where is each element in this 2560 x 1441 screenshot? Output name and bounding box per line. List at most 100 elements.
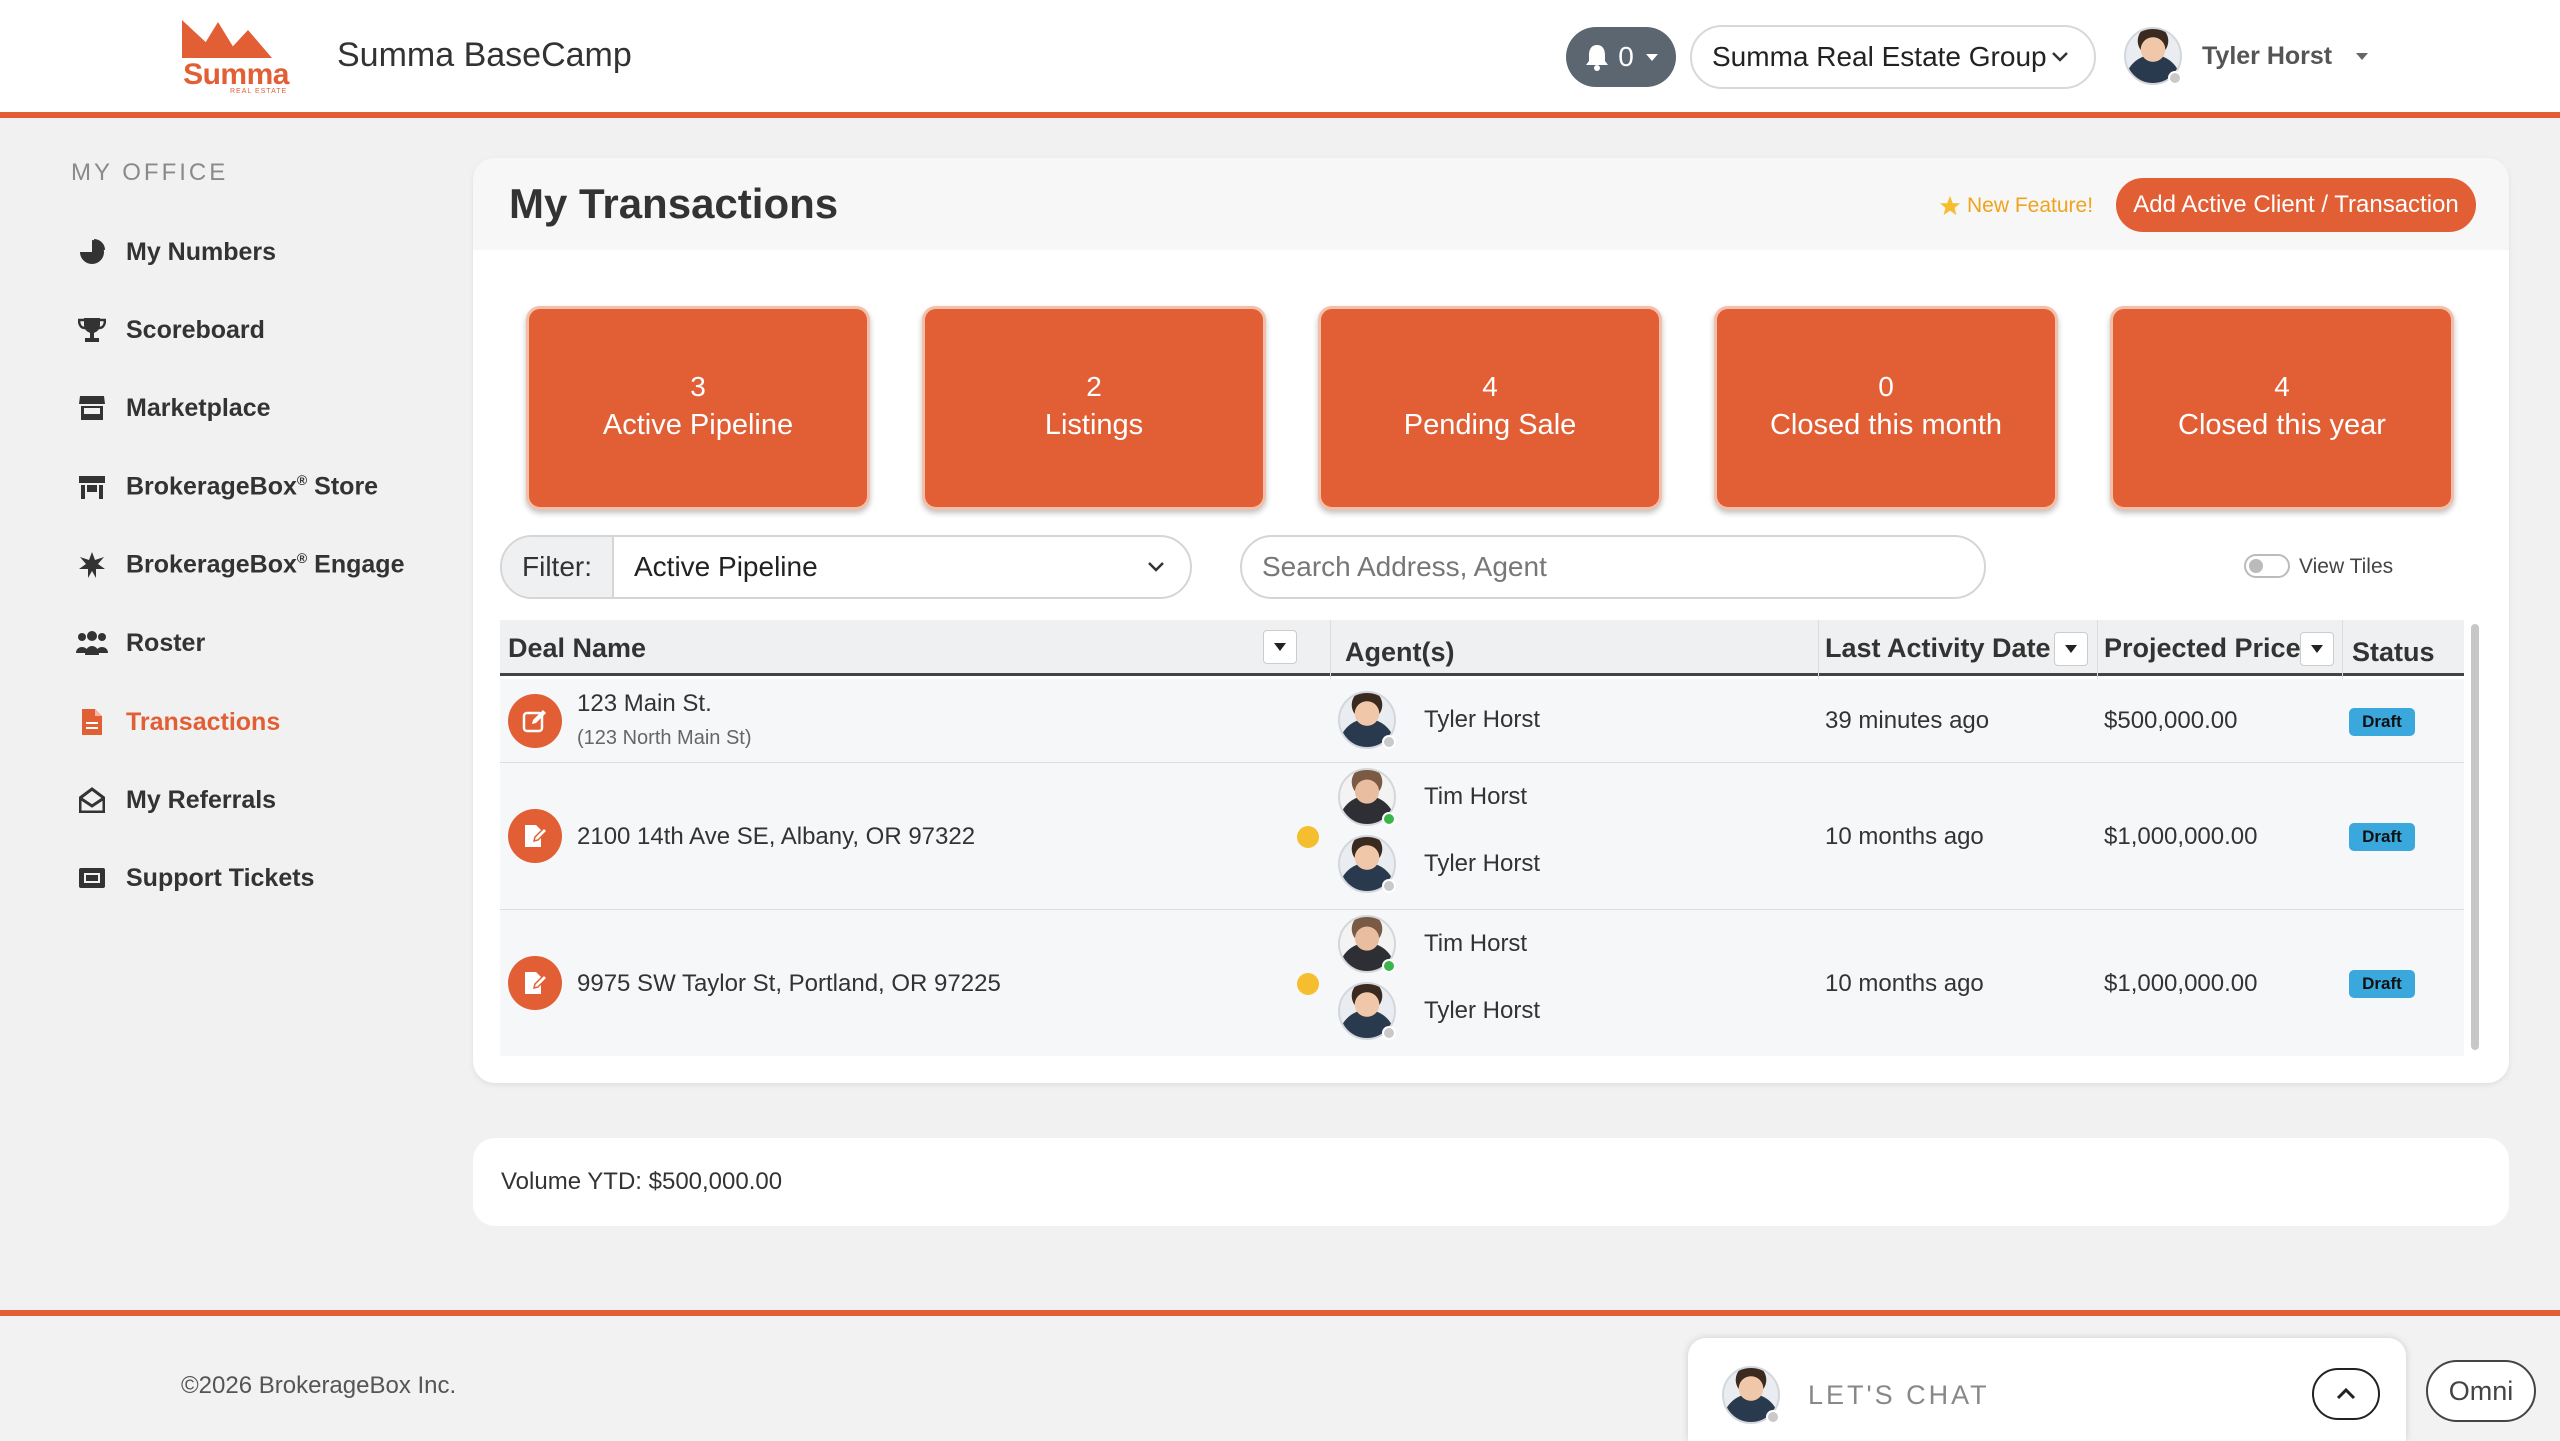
- organization-select[interactable]: Summa Real Estate Group: [1690, 25, 2096, 89]
- sidebar-item-my-numbers[interactable]: My Numbers: [76, 232, 456, 272]
- user-avatar: [2124, 27, 2182, 85]
- search-input[interactable]: [1240, 535, 1986, 599]
- caret-down-icon: [2311, 645, 2323, 653]
- sidebar-item-roster[interactable]: Roster: [76, 623, 456, 663]
- table-row[interactable]: 2100 14th Ave SE, Albany, OR 97322 Tim H…: [500, 763, 2464, 910]
- projected-price-sort-button[interactable]: [2300, 632, 2334, 666]
- document-edit-icon[interactable]: [508, 956, 562, 1010]
- sidebar-item-support-tickets[interactable]: Support Tickets: [76, 858, 456, 898]
- chat-widget[interactable]: LET'S CHAT: [1688, 1338, 2406, 1441]
- edit-icon[interactable]: [508, 694, 562, 748]
- tile-label: Active Pipeline: [602, 409, 794, 441]
- omni-button[interactable]: Omni: [2426, 1360, 2536, 1422]
- tile-pending-sale[interactable]: 4 Pending Sale: [1318, 306, 1662, 510]
- table-header: Deal Name Agent(s) Last Activity Date Pr…: [500, 620, 2464, 676]
- table-scrollbar[interactable]: [2471, 624, 2479, 1050]
- view-tiles-toggle[interactable]: [2244, 554, 2290, 578]
- tile-closed-this-year[interactable]: 4 Closed this year: [2110, 306, 2454, 510]
- tile-count: 0: [1878, 371, 1894, 402]
- projected-price: $500,000.00: [2104, 707, 2238, 734]
- deal-name-sort-button[interactable]: [1263, 630, 1297, 664]
- tile-listings[interactable]: 2 Listings: [922, 306, 1266, 510]
- tile-closed-this-month[interactable]: 0 Closed this month: [1714, 306, 2058, 510]
- column-header-projected-price[interactable]: Projected Price: [2104, 620, 2301, 676]
- top-header: Summa REAL ESTATE Summa BaseCamp 0 Summa…: [0, 0, 2560, 118]
- column-header-deal-name[interactable]: Deal Name: [508, 620, 646, 676]
- sidebar-item-label: BrokerageBox® Engage: [126, 550, 405, 579]
- tile-count: 2: [1086, 371, 1102, 402]
- agent-name: Tyler Horst: [1424, 997, 1541, 1024]
- document-edit-icon[interactable]: [508, 809, 562, 863]
- agent-entry[interactable]: Tim Horst: [1338, 915, 1527, 973]
- deal-name: 2100 14th Ave SE, Albany, OR 97322: [577, 823, 976, 850]
- notifications-button[interactable]: 0: [1566, 27, 1676, 87]
- agent-avatar: [1338, 691, 1396, 749]
- presence-indicator: [1382, 1026, 1396, 1040]
- tile-label: Listings: [1044, 409, 1144, 441]
- table-row[interactable]: 9975 SW Taylor St, Portland, OR 97225 Ti…: [500, 910, 2464, 1056]
- sidebar-item-marketplace[interactable]: Marketplace: [76, 388, 456, 428]
- chat-label: LET'S CHAT: [1808, 1380, 1990, 1410]
- agent-entry[interactable]: Tyler Horst: [1338, 835, 1540, 893]
- envelope-open-icon: [76, 784, 108, 816]
- burst-icon: [76, 549, 108, 581]
- presence-indicator: [1382, 879, 1396, 893]
- sidebar-item-brokeragebox-engage[interactable]: BrokerageBox® Engage: [76, 545, 456, 585]
- tile-active-pipeline[interactable]: 3 Active Pipeline: [526, 306, 870, 510]
- document-icon: [76, 706, 108, 738]
- sidebar-item-label: BrokerageBox® Store: [126, 472, 379, 501]
- volume-ytd: Volume YTD: $500,000.00: [501, 1168, 783, 1195]
- tile-label: Closed this year: [2178, 409, 2386, 441]
- agent-entry[interactable]: Tyler Horst: [1338, 691, 1540, 749]
- filter-label: Filter:: [502, 537, 614, 597]
- logo-subtext: REAL ESTATE: [230, 88, 288, 95]
- filter-select[interactable]: Filter: Active Pipeline: [500, 535, 1192, 599]
- app-title: Summa BaseCamp: [337, 36, 632, 74]
- sidebar-item-label: Support Tickets: [126, 863, 315, 892]
- panel-header: My Transactions New Feature! Add Active …: [473, 158, 2509, 250]
- column-header-last-activity[interactable]: Last Activity Date: [1825, 620, 2051, 676]
- sidebar-item-my-referrals[interactable]: My Referrals: [76, 780, 456, 820]
- tile-label: Pending Sale: [1403, 409, 1577, 441]
- summa-logo[interactable]: Summa REAL ESTATE: [180, 18, 292, 98]
- logo-text: Summa: [183, 58, 289, 91]
- tile-count: 4: [2274, 371, 2290, 402]
- deal-subtitle: (123 North Main St): [577, 727, 752, 749]
- sidebar-item-label: My Numbers: [126, 237, 277, 266]
- tile-count: 4: [1482, 371, 1498, 402]
- user-menu[interactable]: Tyler Horst: [2124, 26, 2384, 86]
- new-feature-link[interactable]: New Feature!: [1939, 194, 2093, 218]
- status-badge: Draft: [2349, 823, 2415, 851]
- sidebar-item-transactions[interactable]: Transactions: [76, 702, 456, 742]
- sidebar-item-label: Transactions: [126, 707, 281, 736]
- filter-value[interactable]: Active Pipeline: [614, 537, 1190, 597]
- agent-entry[interactable]: Tim Horst: [1338, 768, 1527, 826]
- column-header-status[interactable]: Status: [2352, 624, 2435, 680]
- star-icon: [1939, 195, 1961, 216]
- view-tiles-label: View Tiles: [2299, 555, 2394, 578]
- presence-indicator: [1382, 812, 1396, 826]
- column-header-agents[interactable]: Agent(s): [1345, 624, 1455, 680]
- presence-indicator: [1382, 735, 1396, 749]
- agent-name: Tim Horst: [1424, 930, 1528, 957]
- copyright: ©2026 BrokerageBox Inc.: [181, 1372, 457, 1399]
- agent-avatar: [1338, 982, 1396, 1040]
- chart-pie-icon: [76, 236, 108, 268]
- table-row[interactable]: 123 Main St. (123 North Main St) Tyler H…: [500, 679, 2464, 763]
- last-activity-sort-button[interactable]: [2054, 632, 2088, 666]
- sidebar: MY OFFICE My Numbers Scoreboard Marketpl…: [0, 124, 470, 1310]
- add-client-transaction-button[interactable]: Add Active Client / Transaction: [2116, 178, 2476, 232]
- caret-down-icon: [2065, 645, 2077, 653]
- transactions-table: Deal Name Agent(s) Last Activity Date Pr…: [500, 620, 2464, 1056]
- new-feature-label: New Feature!: [1967, 194, 2094, 217]
- chevron-down-icon: [2052, 52, 2068, 62]
- sidebar-item-brokeragebox-store[interactable]: BrokerageBox® Store: [76, 467, 456, 507]
- chat-expand-button[interactable]: [2312, 1368, 2380, 1420]
- projected-price: $1,000,000.00: [2104, 970, 2258, 997]
- caret-down-icon: [1645, 53, 1658, 61]
- sidebar-item-label: My Referrals: [126, 785, 277, 814]
- last-activity: 10 months ago: [1825, 823, 1984, 850]
- notifications-count: 0: [1618, 41, 1634, 72]
- agent-entry[interactable]: Tyler Horst: [1338, 982, 1540, 1040]
- sidebar-item-scoreboard[interactable]: Scoreboard: [76, 310, 456, 350]
